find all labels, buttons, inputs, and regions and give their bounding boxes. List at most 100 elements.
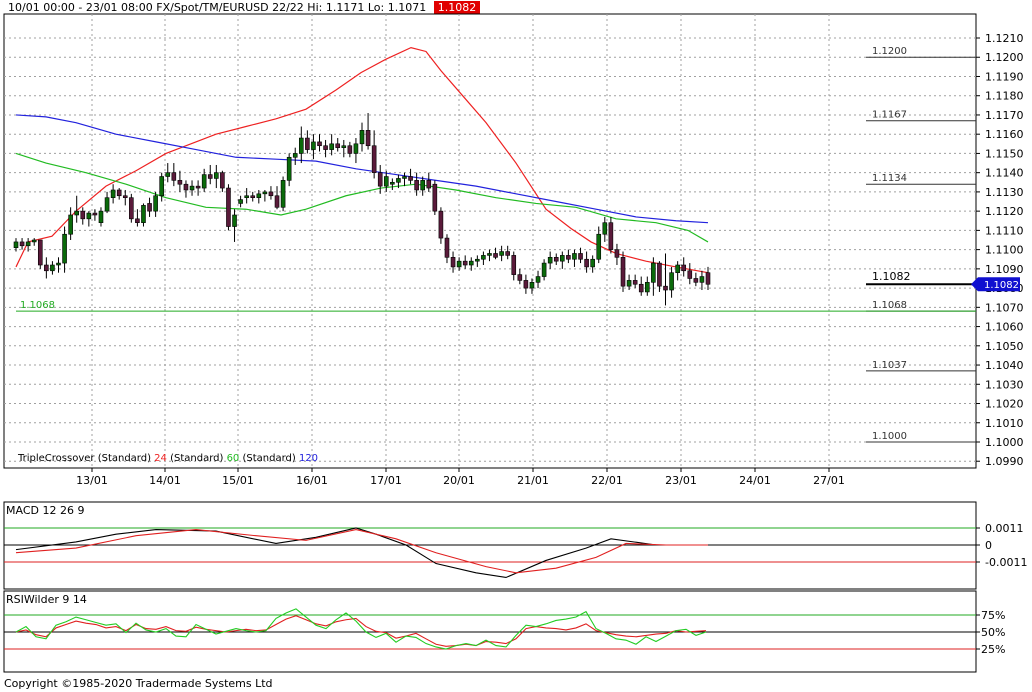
candle-body xyxy=(68,214,73,235)
x-tick-label: 17/01 xyxy=(370,474,402,487)
candle-body xyxy=(699,276,705,283)
candle-body xyxy=(432,183,438,212)
candle-body xyxy=(657,262,662,287)
candle-body xyxy=(220,172,225,189)
candle-body xyxy=(481,255,486,260)
candle-body xyxy=(663,285,668,291)
candle-body xyxy=(323,145,328,150)
rsi-tick-label: 25% xyxy=(981,643,1005,656)
candle-body xyxy=(505,251,510,256)
candle-body xyxy=(359,130,365,145)
y-tick-label: 1.1120 xyxy=(985,205,1024,218)
candle-body xyxy=(201,174,207,189)
candle-body xyxy=(238,199,243,204)
candle-body xyxy=(523,280,529,289)
y-tick-label: 1.1030 xyxy=(985,378,1024,391)
legend-part: (Standard) xyxy=(167,453,227,464)
candle-body xyxy=(116,189,122,197)
y-tick-label: 1.1070 xyxy=(985,301,1024,314)
candle-body xyxy=(292,153,298,158)
candle-body xyxy=(226,187,231,227)
candle-body xyxy=(98,210,104,223)
candle-body xyxy=(675,264,680,274)
candle-body xyxy=(44,264,49,272)
candle-body xyxy=(122,195,128,198)
price-legend: TripleCrossover (Standard) 24 (Standard)… xyxy=(17,453,318,464)
candle-body xyxy=(396,178,401,183)
candle-body xyxy=(693,278,699,283)
candle-body xyxy=(177,180,183,185)
reference-level-label: 1.1037 xyxy=(872,360,907,371)
y-tick-label: 1.1100 xyxy=(985,244,1024,257)
y-tick-label: 1.1180 xyxy=(985,90,1024,103)
candle-body xyxy=(214,172,219,179)
x-tick-label: 14/01 xyxy=(149,474,181,487)
price-plot-frame xyxy=(3,13,977,469)
y-tick-label: 1.1090 xyxy=(985,263,1024,276)
candle-body xyxy=(553,257,559,262)
x-tick-label: 16/01 xyxy=(296,474,328,487)
candle-body xyxy=(347,145,353,154)
candle-body xyxy=(705,272,711,285)
candle-body xyxy=(614,249,620,258)
candle-body xyxy=(256,193,262,198)
candle-body xyxy=(365,130,371,147)
candle-body xyxy=(262,191,268,195)
macd-tick-label: 0 xyxy=(985,539,992,552)
candle-body xyxy=(511,255,517,275)
candle-body xyxy=(541,262,547,277)
x-tick-label: 15/01 xyxy=(222,474,254,487)
candle-body xyxy=(311,141,316,150)
macd-title: MACD 12 26 9 xyxy=(6,504,84,517)
candle-body xyxy=(420,180,426,191)
candle-body xyxy=(335,143,341,148)
candle-body xyxy=(402,176,407,179)
candle-body xyxy=(517,274,523,281)
candle-body xyxy=(232,214,237,227)
candle xyxy=(129,193,134,223)
y-tick-label: 1.1130 xyxy=(985,186,1024,199)
candle-body xyxy=(390,181,395,185)
candle-body xyxy=(171,172,177,181)
price-panel[interactable]: 1.1210 1.1200 1.1190 1.1180 1.1170 1.1160 1.11… xyxy=(3,13,1024,487)
macd-panel[interactable]: MACD 12 26 9 0.0011 0 -0.0011 xyxy=(3,501,1027,590)
candle-body xyxy=(590,258,595,268)
candle-body xyxy=(535,276,541,283)
candle-body xyxy=(110,189,116,198)
candle-body xyxy=(475,258,480,262)
support-line-label: 1.1068 xyxy=(20,300,55,311)
candle-body xyxy=(147,203,152,212)
chart-canvas[interactable]: 1.1210 1.1200 1.1190 1.1180 1.1170 1.1160 1.11… xyxy=(0,0,1032,692)
x-tick-label: 21/01 xyxy=(517,474,549,487)
candle-body xyxy=(626,280,632,287)
candle-body xyxy=(244,195,249,198)
candle xyxy=(226,184,231,231)
y-tick-label: 1.1160 xyxy=(985,128,1024,141)
candle-body xyxy=(195,185,201,189)
candle-body xyxy=(529,282,535,289)
y-tick-label: 1.1000 xyxy=(985,436,1024,449)
macd-tick-label: -0.0011 xyxy=(985,556,1027,569)
candle-body xyxy=(468,260,474,266)
y-tick-label: 1.1050 xyxy=(985,340,1024,353)
candle-body xyxy=(687,270,693,279)
rsi-title: RSIWilder 9 14 xyxy=(6,593,87,606)
rsi-panel[interactable]: RSIWilder 9 14 75% 50% 25% xyxy=(3,590,1005,673)
candle-body xyxy=(207,174,213,179)
candle-body xyxy=(377,172,383,187)
candle-body xyxy=(596,233,602,260)
candle-body xyxy=(408,176,413,181)
y-tick-label: 1.1060 xyxy=(985,321,1024,334)
y-tick-label: 1.1040 xyxy=(985,359,1024,372)
candle-body xyxy=(681,264,687,272)
candle-body xyxy=(560,255,565,262)
y-tick-label: 1.1150 xyxy=(985,147,1024,160)
candle-body xyxy=(74,210,80,216)
reference-level-label: 1.1200 xyxy=(872,46,907,57)
candle-body xyxy=(456,260,462,268)
last-price-badge-text: 1.1082 xyxy=(984,280,1019,291)
candle-body xyxy=(493,253,498,258)
candle-body xyxy=(298,137,304,154)
candle-body xyxy=(608,222,614,250)
legend-part: TripleCrossover (Standard) xyxy=(17,453,154,464)
